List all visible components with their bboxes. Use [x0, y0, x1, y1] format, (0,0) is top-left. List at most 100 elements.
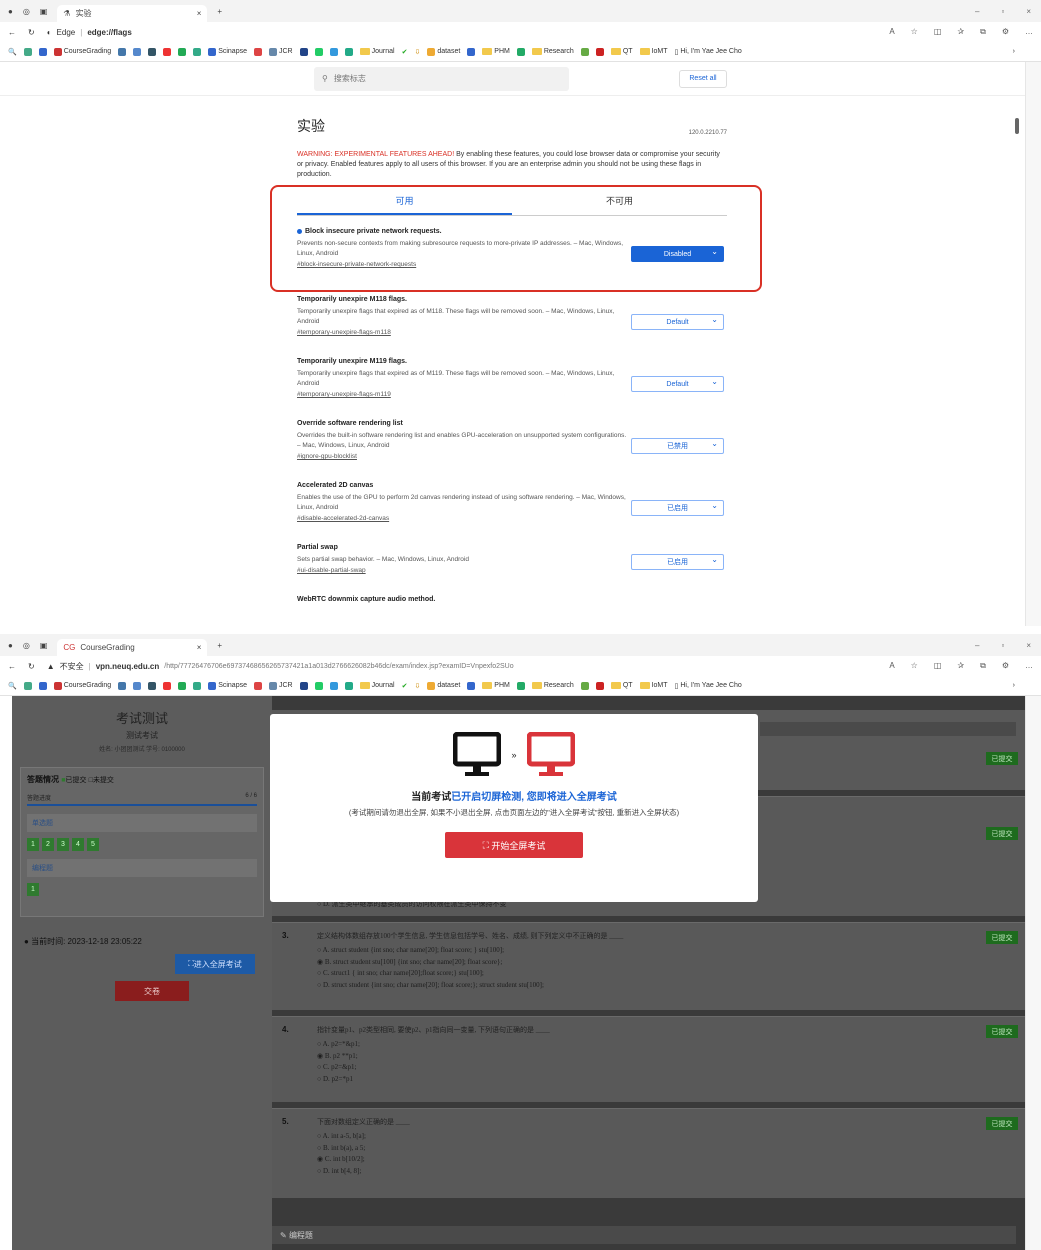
fav-icon-y[interactable] — [163, 681, 172, 690]
fav-iomt[interactable]: IoMT — [639, 682, 668, 689]
fav-icon-b[interactable] — [133, 681, 142, 690]
close-tab-icon[interactable]: × — [197, 9, 202, 18]
fav-icon-c[interactable] — [148, 47, 157, 56]
scrollbar-thumb[interactable] — [1015, 118, 1019, 134]
fav-icon-m[interactable] — [580, 681, 589, 690]
url-field[interactable]: ◐ Edge | edge://flags — [47, 28, 132, 37]
favorite-star-icon[interactable]: ☆ — [911, 27, 918, 37]
collections-icon[interactable]: ⧉ — [980, 27, 986, 37]
close-tab-icon[interactable]: × — [197, 643, 202, 652]
option[interactable]: ○ B. int b(a), a 5; — [317, 1143, 366, 1155]
question-nav-button[interactable]: 1 — [27, 838, 39, 851]
tab-actions-icon[interactable]: ▣ — [40, 7, 48, 16]
fav-icon-g[interactable] — [299, 47, 308, 56]
check-icon[interactable]: ✔ — [402, 682, 408, 690]
fav-journal[interactable]: Journal — [359, 48, 395, 55]
fav-icon-i[interactable] — [329, 47, 338, 56]
flag-select[interactable]: 已禁用 — [631, 438, 724, 454]
flag-select[interactable]: 已启用 — [631, 500, 724, 516]
cloud-icon[interactable] — [38, 681, 47, 690]
fav-icon-d[interactable] — [178, 47, 187, 56]
flag-select[interactable]: Default — [631, 376, 724, 392]
option[interactable]: ○ A. struct student {int sno; char name[… — [317, 945, 544, 957]
chrome-icon[interactable] — [23, 681, 32, 690]
fav-icon-k[interactable] — [467, 47, 476, 56]
fav-icon-b[interactable] — [133, 47, 142, 56]
fav-research[interactable]: Research — [531, 48, 574, 55]
enter-fullscreen-button[interactable]: ⛶ 进入全屏考试 — [175, 954, 255, 974]
fav-phm[interactable]: PHM — [482, 682, 510, 689]
workspaces-icon[interactable]: ◎ — [23, 641, 30, 650]
fav-coursegrading[interactable]: CourseGrading — [53, 681, 111, 690]
search-input[interactable]: ⚲ 搜索标志 — [314, 66, 569, 91]
new-tab-icon[interactable]: + — [217, 7, 222, 16]
cloud-icon[interactable] — [38, 47, 47, 56]
question-nav-button[interactable]: 1 — [27, 883, 39, 896]
option[interactable]: ◉ B. p2 **p1; — [317, 1051, 360, 1063]
fav-icon-f[interactable] — [253, 47, 262, 56]
fav-icon-j[interactable] — [344, 681, 353, 690]
extensions-icon[interactable]: ⚙ — [1002, 27, 1009, 37]
fav-yae-jee-cho[interactable]: ▯ Hi, I'm Yae Jee Cho — [675, 682, 742, 690]
fav-icon-h[interactable] — [314, 47, 323, 56]
flag-link[interactable]: #temporary-unexpire-flags-m119 — [297, 391, 727, 398]
collections-icon[interactable]: ⧉ — [980, 661, 986, 671]
download-icon[interactable]: ⇩ — [414, 682, 420, 690]
fav-journal[interactable]: Journal — [359, 682, 395, 689]
fav-iomt[interactable]: IoMT — [639, 48, 668, 55]
profile-icon[interactable]: ● — [8, 641, 13, 650]
fav-icon-h[interactable] — [314, 681, 323, 690]
fav-icon-e[interactable] — [193, 681, 202, 690]
back-icon[interactable]: ← — [8, 28, 16, 37]
option[interactable]: ◉ C. int b[10/2]; — [317, 1154, 366, 1166]
start-fullscreen-button[interactable]: ⛶ 开始全屏考试 — [445, 832, 583, 858]
close-window-icon[interactable]: × — [1026, 7, 1031, 16]
option[interactable]: ○ C. p2=&p1; — [317, 1062, 360, 1074]
workspaces-icon[interactable]: ◎ — [23, 7, 30, 16]
fav-icon-e[interactable] — [193, 47, 202, 56]
option[interactable]: ○ D. struct student {int sno; char name[… — [317, 980, 544, 992]
flag-link[interactable]: #disable-accelerated-2d-canvas — [297, 515, 727, 522]
maximize-icon[interactable]: ▫ — [1001, 7, 1004, 16]
question-nav-button[interactable]: 3 — [57, 838, 69, 851]
fav-icon-n[interactable] — [595, 47, 604, 56]
fav-icon-m[interactable] — [580, 47, 589, 56]
minimize-icon[interactable]: – — [975, 7, 979, 16]
question-nav-button[interactable]: 4 — [72, 838, 84, 851]
split-screen-icon[interactable]: ◫ — [934, 661, 942, 671]
fav-icon-n[interactable] — [595, 681, 604, 690]
submit-exam-button[interactable]: 交卷 — [115, 981, 189, 1001]
favorite-star-icon[interactable]: ☆ — [911, 661, 918, 671]
flag-select[interactable]: 已启用 — [631, 554, 724, 570]
option[interactable]: ○ A. p2=*&p1; — [317, 1039, 360, 1051]
maximize-icon[interactable]: ▫ — [1001, 641, 1004, 650]
fav-icon-j[interactable] — [344, 47, 353, 56]
tab-actions-icon[interactable]: ▣ — [40, 641, 48, 650]
fav-icon-l[interactable] — [516, 47, 525, 56]
download-icon[interactable]: ⇩ — [414, 48, 420, 56]
fav-icon-i[interactable] — [329, 681, 338, 690]
split-screen-icon[interactable]: ◫ — [934, 27, 942, 37]
option[interactable]: ◉ B. struct student stu[100] {int sno; c… — [317, 957, 544, 969]
fav-icon-g[interactable] — [299, 681, 308, 690]
more-icon[interactable]: … — [1025, 661, 1033, 671]
question-nav-button[interactable]: 5 — [87, 838, 99, 851]
search-favorites-icon[interactable]: 🔍 — [8, 48, 17, 56]
chevron-right-icon[interactable]: › — [1013, 682, 1015, 689]
fav-icon-a[interactable] — [118, 681, 127, 690]
favorites-icon[interactable]: ✰ — [957, 27, 964, 37]
fav-icon-c[interactable] — [148, 681, 157, 690]
fav-icon-k[interactable] — [467, 681, 476, 690]
url-field[interactable]: ▲ 不安全 | vpn.neuq.edu.cn/http/77726476706… — [47, 661, 514, 672]
fav-icon-l[interactable] — [516, 681, 525, 690]
option[interactable]: ○ D. p2=*p1 — [317, 1074, 360, 1086]
profile-icon[interactable]: ● — [8, 7, 13, 16]
fav-qt[interactable]: QT — [610, 682, 633, 689]
option[interactable]: ○ D. int b[4, 8]; — [317, 1166, 366, 1178]
back-icon[interactable]: ← — [8, 662, 16, 671]
search-favorites-icon[interactable]: 🔍 — [8, 682, 17, 690]
fav-icon-f[interactable] — [253, 681, 262, 690]
chrome-icon[interactable] — [23, 47, 32, 56]
minimize-icon[interactable]: – — [975, 641, 979, 650]
fav-scinapse[interactable]: Scinapse — [208, 47, 247, 56]
